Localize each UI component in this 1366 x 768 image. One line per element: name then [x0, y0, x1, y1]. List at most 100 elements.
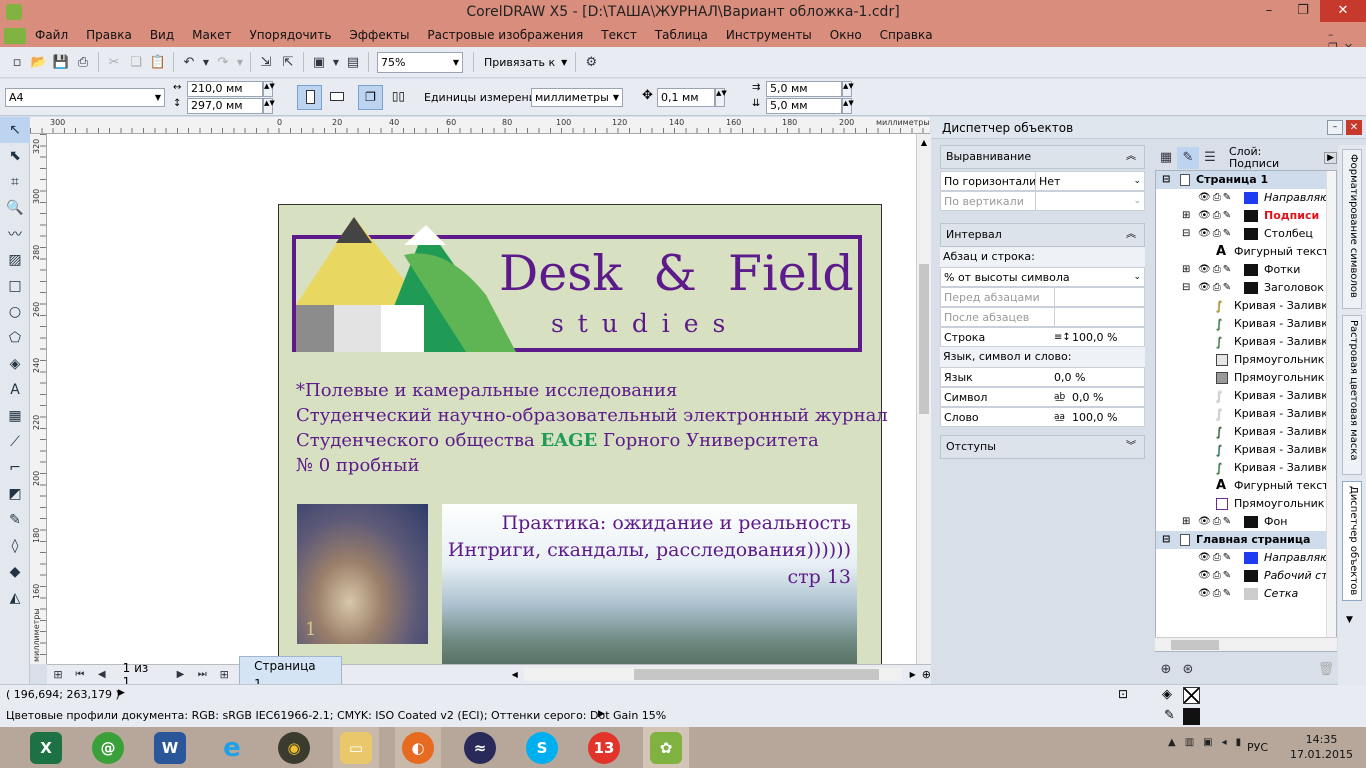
object-tree-hscroll[interactable]: [1155, 637, 1337, 651]
excel-taskbar-button[interactable]: X: [23, 727, 69, 768]
export-icon[interactable]: ⇱: [277, 51, 299, 73]
horizontal-ruler[interactable]: 300 0 20 40 60 80 100 120 140 160 180 20…: [30, 117, 930, 134]
quarry-photo[interactable]: 1: [297, 504, 428, 644]
collapse-icon[interactable]: ⊟: [1162, 531, 1170, 549]
new-icon[interactable]: ▫: [6, 51, 28, 73]
layer-visibility-icons[interactable]: 👁⎙✎: [1198, 207, 1233, 225]
paste-icon[interactable]: 📋: [147, 51, 169, 73]
add-page-before-icon[interactable]: ⊞: [47, 664, 69, 686]
menu-help[interactable]: Справка: [871, 24, 942, 47]
page[interactable]: Desk & Field s t u d i e s *Полевые и ка…: [278, 204, 888, 664]
layer-visibility-icons[interactable]: 👁⎙✎: [1198, 261, 1233, 279]
page-node[interactable]: ⊟ Страница 1: [1156, 171, 1336, 189]
dimension-tool-icon[interactable]: ⟋: [0, 429, 30, 455]
before-paragraph-field[interactable]: [1054, 288, 1129, 306]
crop-tool-icon[interactable]: ⌗: [0, 169, 30, 195]
horizontal-scrollbar[interactable]: [523, 668, 902, 681]
color-profiles-text[interactable]: Цветовые профили документа: RGB: sRGB IE…: [6, 709, 666, 722]
freehand-tool-icon[interactable]: 〰: [0, 221, 30, 247]
explorer-taskbar-button[interactable]: ▭: [333, 727, 379, 768]
duplicate-x-field[interactable]: 5,0 мм: [766, 81, 842, 97]
rectangle-tool-icon[interactable]: □: [0, 273, 30, 299]
object-node[interactable]: ∫ Кривая - Заливка:: [1156, 387, 1336, 405]
object-node[interactable]: ∫ Кривая - Заливка:: [1156, 459, 1336, 477]
h-scroll-thumb[interactable]: [633, 669, 879, 680]
layer-visibility-icons[interactable]: 👁⎙✎: [1198, 225, 1233, 243]
object-node[interactable]: A Фигурный текст, с: [1156, 477, 1336, 495]
object-node[interactable]: Прямоугольник -: [1156, 495, 1336, 513]
cut-icon[interactable]: ✂: [103, 51, 125, 73]
tray-icons[interactable]: ▲▥▣◂▮: [1168, 737, 1250, 748]
vert-align-select[interactable]: ⌄: [1035, 192, 1144, 210]
menu-tools[interactable]: Инструменты: [717, 24, 821, 47]
show-properties-icon[interactable]: ▦: [1155, 147, 1177, 169]
char-spacing-field[interactable]: 0,0 %: [1072, 388, 1103, 407]
open-icon[interactable]: 📂: [28, 51, 50, 73]
width-spinner[interactable]: ▲▼: [263, 81, 275, 97]
units-select[interactable]: миллиметры ▼: [531, 88, 623, 107]
media-taskbar-button[interactable]: ◉: [271, 727, 317, 768]
layer-node[interactable]: ⊞ 👁⎙✎ Подписи: [1156, 207, 1336, 225]
scroll-thumb[interactable]: [919, 264, 929, 414]
object-node[interactable]: Прямоугольник -: [1156, 369, 1336, 387]
add-page-after-icon[interactable]: ⊞: [213, 664, 235, 686]
snap-dropdown-icon[interactable]: ▼: [561, 58, 567, 67]
interactive-fill-tool-icon[interactable]: ◭: [0, 585, 30, 611]
zoom-select[interactable]: 75% ▼: [377, 51, 463, 73]
input-language[interactable]: РУС: [1247, 741, 1268, 754]
tabs-scroll-down-icon[interactable]: ▼: [1346, 615, 1353, 625]
menu-file[interactable]: Файл: [26, 24, 77, 47]
vertical-scrollbar[interactable]: ▲: [916, 134, 931, 664]
word-taskbar-button[interactable]: W: [147, 727, 193, 768]
intro-text-block[interactable]: *Полевые и камеральные исследования Студ…: [296, 378, 888, 478]
duplicate-y-field[interactable]: 5,0 мм: [766, 98, 842, 114]
app-taskbar-button[interactable]: ≈: [457, 727, 503, 768]
undo-dropdown-icon[interactable]: ▼: [200, 51, 212, 73]
tab-bitmap-color-mask[interactable]: Растровая цветовая маска: [1342, 315, 1362, 475]
prev-page-icon[interactable]: ◀: [91, 664, 113, 686]
welcome-icon[interactable]: ▤: [342, 51, 364, 73]
outline-color-swatch[interactable]: [1183, 708, 1200, 725]
smart-fill-tool-icon[interactable]: ▨: [0, 247, 30, 273]
outline-tool-icon[interactable]: ◊: [0, 533, 30, 559]
object-tree-hscroll-thumb[interactable]: [1171, 640, 1219, 650]
expand-icon[interactable]: ⊞: [1182, 513, 1190, 531]
polygon-tool-icon[interactable]: ⬠: [0, 325, 30, 351]
no-fill-swatch[interactable]: [1183, 687, 1200, 704]
collapse-icon[interactable]: ⊟: [1182, 225, 1190, 243]
menu-table[interactable]: Таблица: [646, 24, 717, 47]
layer-node[interactable]: ⊟ 👁⎙✎ Столбец: [1156, 225, 1336, 243]
line-spacing-field[interactable]: 100,0 %: [1072, 328, 1117, 347]
layer-visibility-icons[interactable]: 👁⎙✎: [1198, 585, 1233, 603]
snap-to-button[interactable]: Привязать к: [484, 56, 555, 69]
expand-icon[interactable]: ⊞: [1182, 207, 1190, 225]
object-node[interactable]: A Фигурный текст, с: [1156, 243, 1336, 261]
word-spacing-field[interactable]: 100,0 %: [1072, 408, 1117, 427]
delete-icon[interactable]: 🗑: [1315, 658, 1337, 680]
layer-node[interactable]: ⊞ 👁⎙✎ Фотки: [1156, 261, 1336, 279]
zoom-navigator-icon[interactable]: ⊕: [922, 668, 931, 681]
portrait-button[interactable]: [297, 85, 322, 110]
import-icon[interactable]: ⇲: [255, 51, 277, 73]
collapse-icon[interactable]: ⊟: [1162, 171, 1170, 189]
basic-shapes-tool-icon[interactable]: ◈: [0, 351, 30, 377]
collapse-icon[interactable]: ⊟: [1182, 279, 1190, 297]
mail-agent-taskbar-button[interactable]: @: [85, 727, 131, 768]
expand-icon[interactable]: ︾: [1126, 436, 1136, 458]
table-tool-icon[interactable]: ▦: [0, 403, 30, 429]
flyout-arrow-icon[interactable]: ▶: [1324, 151, 1337, 164]
vertical-ruler[interactable]: 320 300 280 260 240 220 200 180 160 милл…: [30, 134, 47, 664]
layer-visibility-icons[interactable]: 👁⎙✎: [1198, 567, 1233, 585]
menu-effects[interactable]: Эффекты: [340, 24, 418, 47]
menu-view[interactable]: Вид: [141, 24, 183, 47]
layer-visibility-icons[interactable]: 👁⎙✎: [1198, 513, 1233, 531]
last-page-icon[interactable]: ⏭: [191, 664, 213, 686]
menu-edit[interactable]: Правка: [77, 24, 141, 47]
redo-icon[interactable]: ↷: [212, 51, 234, 73]
first-page-icon[interactable]: ⏮: [69, 664, 91, 686]
save-icon[interactable]: 💾: [50, 51, 72, 73]
copy-icon[interactable]: ❏: [125, 51, 147, 73]
next-page-icon[interactable]: ▶: [169, 664, 191, 686]
tab-object-manager[interactable]: Диспетчер объектов: [1342, 481, 1362, 601]
launcher-dropdown-icon[interactable]: ▼: [330, 51, 342, 73]
